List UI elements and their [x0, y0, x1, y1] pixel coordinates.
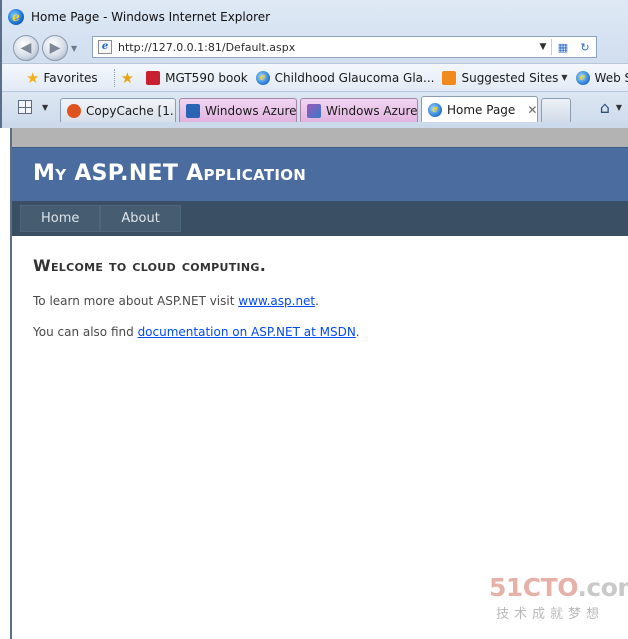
site-menu: Home About	[12, 201, 628, 236]
window-title: Home Page - Windows Internet Explorer	[31, 9, 271, 24]
home-button[interactable]: ⌂ ▼	[600, 98, 622, 117]
add-to-favorites-bar-button[interactable]: ★	[121, 69, 138, 87]
paragraph-text: .	[355, 325, 360, 339]
watermark-logo-domain: .com	[577, 573, 628, 602]
tab-row: ▼ CopyCache [1.1... Windows Azure... Win…	[2, 92, 628, 122]
tab-label: Home Page	[447, 102, 516, 117]
chevron-down-icon: ▼	[561, 73, 568, 82]
tab-copycache[interactable]: CopyCache [1.1...	[60, 98, 176, 122]
back-button[interactable]: ◀	[13, 35, 39, 61]
add-favorite-icon: ★	[120, 68, 135, 87]
title-bar: e Home Page - Windows Internet Explorer	[2, 0, 628, 33]
azure-icon	[307, 103, 321, 118]
tab-list-dropdown-icon[interactable]: ▼	[42, 103, 48, 112]
paragraph-text: You can also find	[33, 325, 138, 339]
watermark-logo: 51CTO.com	[489, 573, 628, 603]
site-title: My ASP.NET Application	[33, 161, 307, 186]
tab-windows-azure-2[interactable]: Windows Azure...	[300, 98, 418, 122]
favorite-label: Suggested Sites	[461, 70, 559, 85]
ie-page-icon: e	[575, 70, 590, 85]
favorites-bar: ★ Favorites ★ MGT590 book e Childhood Gl…	[2, 63, 628, 92]
msdn-documentation-link[interactable]: documentation on ASP.NET at MSDN	[138, 325, 356, 339]
site-header: My ASP.NET Application	[12, 147, 628, 201]
favorite-link-mgt590[interactable]: MGT590 book	[146, 70, 248, 85]
tab-home-page[interactable]: e Home Page ✕	[421, 96, 538, 122]
tab-label: Windows Azure...	[205, 103, 297, 118]
favorites-star-icon: ★	[26, 68, 40, 87]
navigation-row: ◀ ▶ ▼ e http://127.0.0.1:81/Default.aspx…	[2, 33, 628, 63]
new-tab-button[interactable]	[541, 98, 571, 122]
menu-item-home[interactable]: Home	[20, 205, 101, 232]
favorite-label: Web Slice G	[594, 70, 628, 85]
watermark: 51CTO.com 技术成就梦想	[489, 573, 628, 622]
address-url[interactable]: http://127.0.0.1:81/Default.aspx	[118, 41, 535, 54]
quick-tabs-grid-icon[interactable]	[18, 100, 32, 114]
suggested-sites-icon	[442, 70, 457, 85]
favorite-suggested-sites[interactable]: Suggested Sites ▼	[442, 70, 568, 85]
toolbar-grip[interactable]	[113, 68, 115, 87]
page-top-band	[12, 128, 628, 147]
home-icon: ⌂	[599, 98, 610, 117]
page-heading: Welcome to cloud computing.	[33, 256, 267, 275]
favorites-label: Favorites	[43, 70, 98, 85]
copycache-icon	[67, 103, 81, 118]
watermark-logo-main: 51CTO	[489, 573, 578, 602]
address-dropdown-icon[interactable]: ▼	[535, 42, 551, 52]
close-tab-icon[interactable]: ✕	[527, 103, 537, 117]
recent-pages-dropdown-icon[interactable]: ▼	[71, 44, 77, 53]
paragraph-text: To learn more about ASP.NET visit	[33, 294, 239, 308]
learn-more-paragraph: To learn more about ASP.NET visit www.as…	[33, 294, 613, 308]
tab-windows-azure-1[interactable]: Windows Azure...	[179, 98, 297, 122]
address-bar[interactable]: e http://127.0.0.1:81/Default.aspx ▼ ▦ ↻	[92, 36, 597, 58]
ie-page-icon: e	[428, 102, 442, 117]
watermark-tagline: 技术成就梦想	[496, 607, 605, 622]
documentation-paragraph: You can also find documentation on ASP.N…	[33, 325, 613, 339]
favorite-web-slice-gallery[interactable]: e Web Slice G	[575, 70, 628, 85]
ie-page-icon: e	[255, 70, 270, 85]
tab-label: CopyCache [1.1...	[86, 103, 175, 118]
page-icon: e	[98, 40, 112, 54]
ie-logo-icon: e	[8, 8, 24, 25]
red-page-icon	[146, 70, 161, 85]
browser-chrome: e Home Page - Windows Internet Explorer …	[0, 0, 628, 128]
favorite-label: MGT590 book	[165, 70, 248, 85]
azure-m-icon	[186, 103, 200, 118]
menu-item-about[interactable]: About	[100, 205, 181, 232]
quick-tabs[interactable]: ▼	[18, 96, 54, 118]
chevron-down-icon[interactable]: ▼	[616, 103, 622, 112]
compatibility-view-icon[interactable]: ▦	[552, 37, 574, 57]
favorites-button[interactable]: ★ Favorites	[26, 69, 98, 87]
tab-label: Windows Azure...	[326, 103, 418, 118]
refresh-icon[interactable]: ↻	[574, 37, 596, 57]
paragraph-text: .	[315, 294, 319, 308]
favorite-link-glaucoma[interactable]: e Childhood Glaucoma Gla...	[255, 70, 435, 85]
forward-button[interactable]: ▶	[42, 35, 68, 61]
main-content: Welcome to cloud computing. To learn mor…	[33, 256, 613, 339]
asp-net-link[interactable]: www.asp.net	[238, 294, 315, 308]
favorite-label: Childhood Glaucoma Gla...	[274, 70, 435, 85]
